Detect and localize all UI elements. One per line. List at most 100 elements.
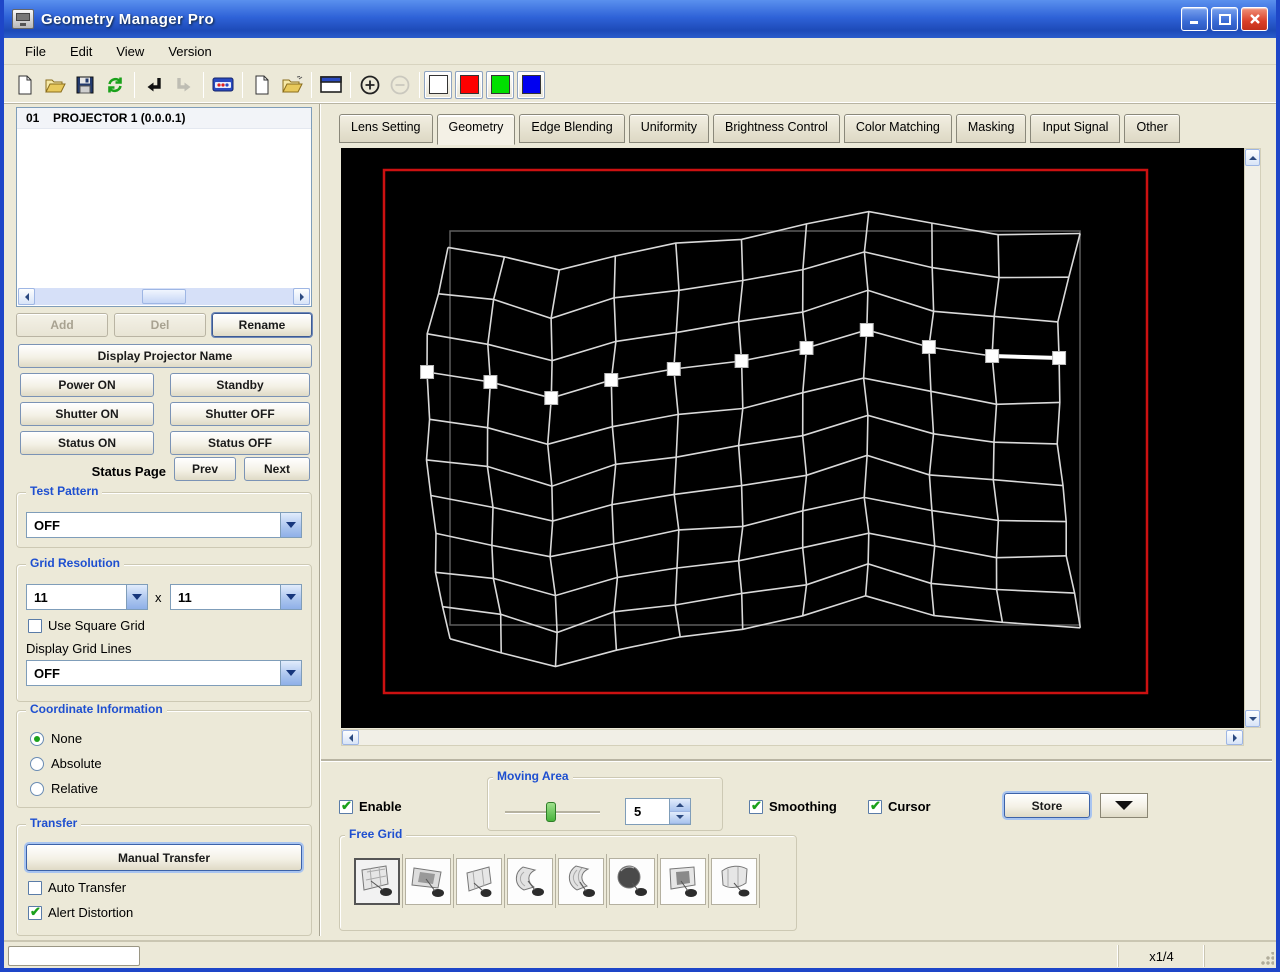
grid-handle[interactable] (734, 354, 749, 368)
free-grid-preset-flat-screen-shaded-icon[interactable] (660, 857, 706, 905)
menu-file[interactable]: File (14, 41, 57, 62)
control-panel-icon[interactable] (208, 70, 238, 100)
standby-button[interactable]: Standby (170, 373, 310, 397)
menu-view[interactable]: View (105, 41, 155, 62)
scroll-left-icon[interactable] (342, 730, 359, 745)
grid-v-combo[interactable]: 11 (170, 584, 302, 610)
scroll-up-icon[interactable] (1245, 149, 1260, 166)
tab-input-signal[interactable]: Input Signal (1030, 114, 1121, 143)
distortion-mesh[interactable] (341, 148, 1244, 728)
shutter-on-button[interactable]: Shutter ON (20, 402, 154, 426)
tab-other[interactable]: Other (1124, 114, 1180, 143)
chevron-down-icon[interactable] (280, 585, 301, 609)
resize-grip-icon[interactable] (1260, 952, 1274, 966)
manual-transfer-button[interactable]: Manual Transfer (26, 844, 302, 871)
free-grid-preset-flat-screen-angled-icon[interactable] (456, 857, 502, 905)
minimize-button[interactable] (1181, 7, 1208, 31)
cursor-checkbox[interactable]: Cursor (868, 798, 931, 814)
grid-h-combo[interactable]: 11 (26, 584, 148, 610)
checkbox-icon[interactable] (868, 798, 882, 814)
smoothing-checkbox[interactable]: Smoothing (749, 798, 837, 814)
display-grid-lines-combo[interactable]: OFF (26, 660, 302, 686)
open-file-icon[interactable] (40, 70, 70, 100)
save-icon[interactable] (70, 70, 100, 100)
tab-masking[interactable]: Masking (955, 114, 1027, 143)
power-on-button[interactable]: Power ON (20, 373, 154, 397)
tab-brightness-control[interactable]: Brightness Control (712, 114, 840, 143)
grid-handle[interactable] (859, 323, 874, 337)
grid-handle[interactable] (544, 391, 559, 405)
checkbox-icon[interactable] (339, 798, 353, 814)
store-button[interactable]: Store (1004, 793, 1090, 818)
open-window-icon[interactable] (277, 70, 307, 100)
checkbox-icon[interactable] (28, 618, 42, 633)
free-grid-preset-cylinder-concave-icon[interactable] (507, 857, 553, 905)
rename-button[interactable]: Rename (212, 313, 312, 337)
test-pattern-red-swatch[interactable] (455, 70, 483, 99)
moving-area-slider-thumb[interactable] (546, 802, 556, 822)
display-projector-name-button[interactable]: Display Projector Name (18, 344, 312, 368)
radio-icon[interactable] (30, 756, 44, 771)
checkbox-icon[interactable] (28, 904, 42, 920)
store-dropdown-button[interactable] (1100, 793, 1148, 818)
zoom-in-icon[interactable] (355, 70, 385, 100)
status-page-prev-button[interactable]: Prev (174, 457, 236, 481)
radio-icon[interactable] (30, 781, 44, 796)
scroll-right-icon[interactable] (1226, 730, 1243, 745)
tab-geometry[interactable]: Geometry (436, 114, 516, 145)
chevron-down-icon[interactable] (280, 513, 301, 537)
refresh-icon[interactable] (100, 70, 130, 100)
test-pattern-blue-swatch[interactable] (517, 70, 545, 99)
test-pattern-green-swatch[interactable] (486, 70, 514, 99)
chevron-down-icon[interactable] (280, 661, 301, 685)
scroll-left-icon[interactable] (18, 288, 35, 305)
alert-distortion-checkbox[interactable]: Alert Distortion (28, 904, 133, 920)
tab-edge-blending[interactable]: Edge Blending (519, 114, 625, 143)
free-grid-preset-flat-screen-tilted-icon[interactable] (405, 857, 451, 905)
grid-handle[interactable] (420, 365, 435, 379)
chevron-down-icon[interactable] (126, 585, 147, 609)
scroll-down-icon[interactable] (1245, 710, 1260, 727)
checkbox-icon[interactable] (749, 798, 763, 814)
status-on-button[interactable]: Status ON (20, 431, 154, 455)
radio-none[interactable]: None (30, 726, 102, 751)
tab-uniformity[interactable]: Uniformity (628, 114, 709, 143)
grid-handle[interactable] (799, 341, 814, 355)
grid-handle[interactable] (666, 362, 681, 376)
scrollbar-thumb[interactable] (142, 289, 186, 304)
radio-relative[interactable]: Relative (30, 776, 102, 801)
use-square-grid-checkbox[interactable]: Use Square Grid (28, 618, 145, 633)
undo-icon[interactable] (139, 70, 169, 100)
maximize-button[interactable] (1211, 7, 1238, 31)
grid-handle[interactable] (1052, 351, 1067, 365)
canvas-hscrollbar[interactable] (341, 729, 1244, 746)
projector-list[interactable]: 01 PROJECTOR 1 (0.0.0.1) (16, 107, 312, 307)
projector-list-hscrollbar[interactable] (18, 288, 310, 305)
scroll-right-icon[interactable] (293, 288, 310, 305)
menu-version[interactable]: Version (157, 41, 222, 62)
status-off-button[interactable]: Status OFF (170, 431, 310, 455)
new-window-icon[interactable] (247, 70, 277, 100)
tab-lens-setting[interactable]: Lens Setting (339, 114, 433, 143)
moving-area-spinner[interactable]: 5 (625, 798, 691, 825)
test-pattern-combo[interactable]: OFF (26, 512, 302, 538)
close-button[interactable] (1241, 7, 1268, 31)
status-page-next-button[interactable]: Next (244, 457, 310, 481)
projector-list-item[interactable]: 01 PROJECTOR 1 (0.0.0.1) (17, 108, 311, 129)
free-grid-preset-flat-screen-icon[interactable] (354, 857, 400, 905)
test-pattern-white-swatch[interactable] (424, 70, 452, 99)
menu-edit[interactable]: Edit (59, 41, 103, 62)
new-file-icon[interactable] (10, 70, 40, 100)
grid-handle[interactable] (604, 373, 619, 387)
auto-transfer-checkbox[interactable]: Auto Transfer (28, 880, 126, 895)
grid-handle[interactable] (985, 349, 1000, 363)
tab-color-matching[interactable]: Color Matching (843, 114, 952, 143)
geometry-canvas[interactable] (341, 148, 1244, 728)
free-grid-preset-cylinder-concave-alt-icon[interactable] (558, 857, 604, 905)
free-grid-preset-curved-screen-icon[interactable] (711, 857, 757, 905)
canvas-vscrollbar[interactable] (1244, 148, 1261, 728)
checkbox-icon[interactable] (28, 880, 42, 895)
spin-down-icon[interactable] (670, 811, 690, 824)
radio-icon[interactable] (30, 731, 44, 746)
radio-absolute[interactable]: Absolute (30, 751, 102, 776)
